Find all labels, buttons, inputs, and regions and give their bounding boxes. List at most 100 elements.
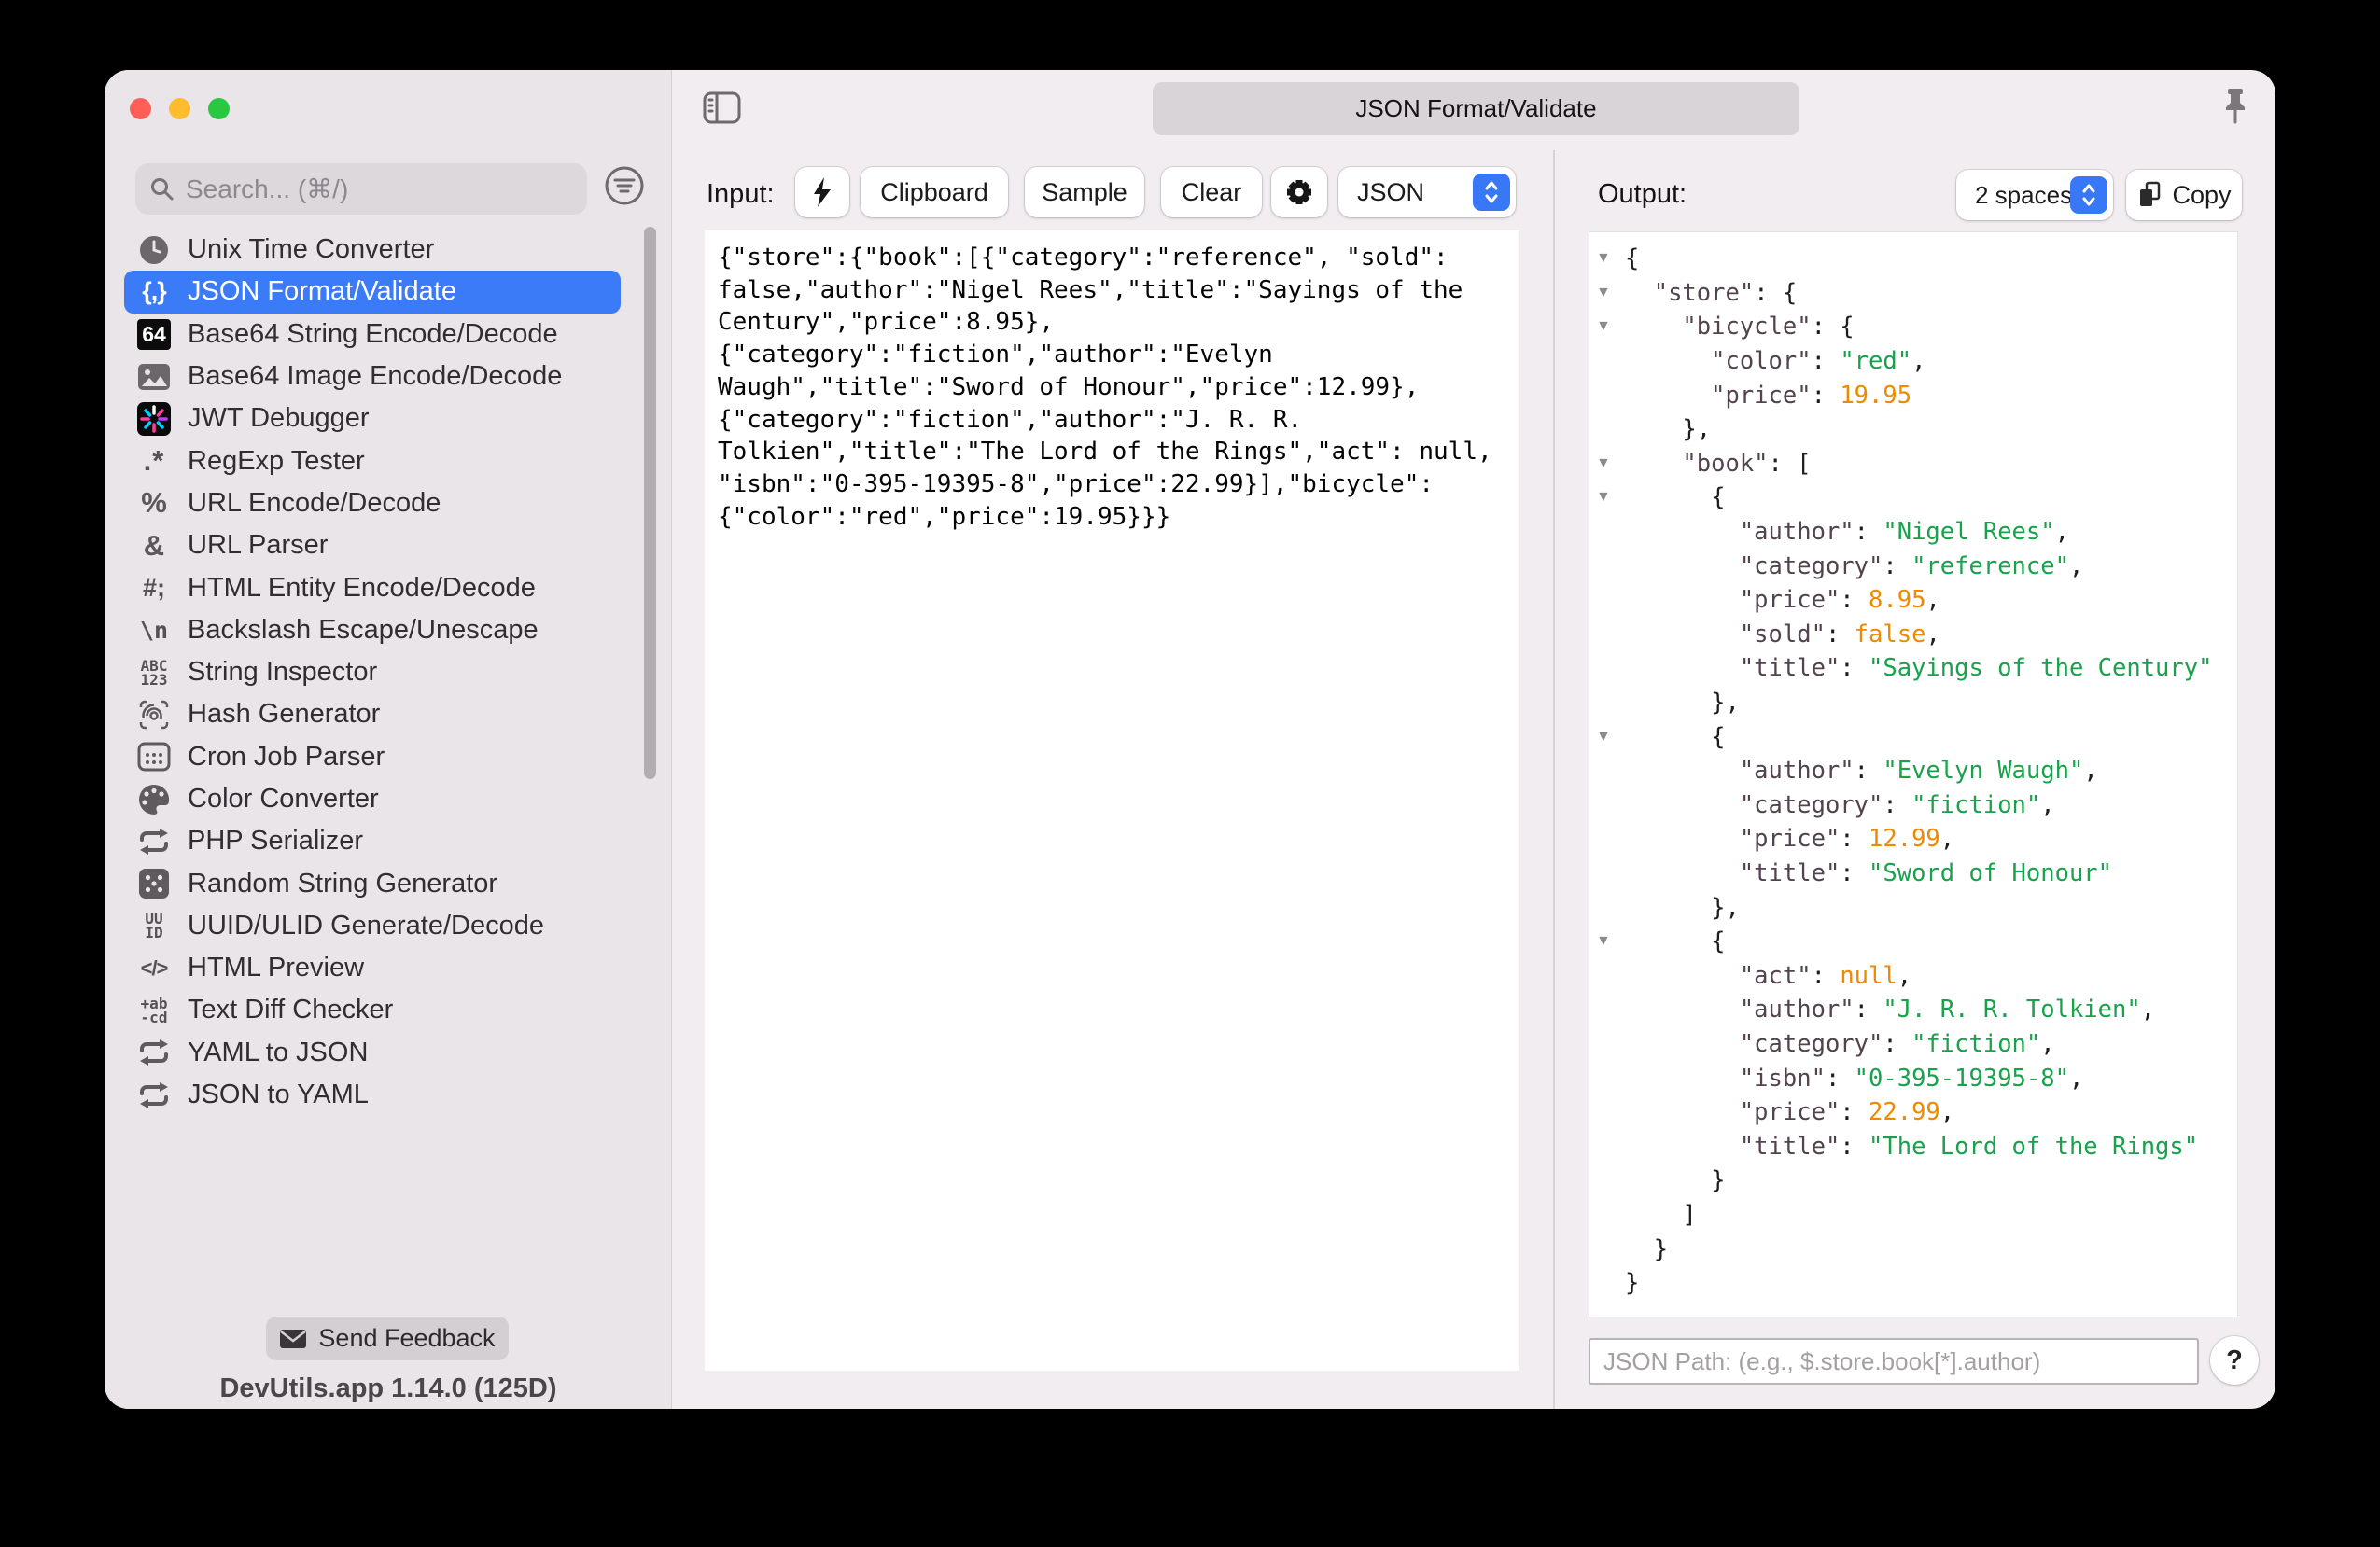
output-line-code: "price": 8.95, xyxy=(1739,586,1940,615)
active-tab[interactable]: JSON Format/Validate xyxy=(1153,82,1799,135)
sidebar-item-php-serializer[interactable]: PHP Serializer xyxy=(124,820,621,862)
output-line: ▼ { xyxy=(1589,925,2237,959)
sidebar-item-base64-image-encode-decode[interactable]: Base64 Image Encode/Decode xyxy=(124,355,621,397)
sidebar-item-label: URL Parser xyxy=(188,530,329,561)
jsonpath-field[interactable] xyxy=(1589,1338,2199,1385)
braces-icon: {,} xyxy=(142,277,167,306)
output-json-view[interactable]: ▼{▼ "store": {▼ "bicycle": { "color": "r… xyxy=(1589,231,2238,1317)
output-line-code: "store": { xyxy=(1653,278,1798,307)
fingerprint-icon xyxy=(135,698,173,732)
indent-select[interactable]: 2 spaces xyxy=(1956,170,2113,220)
clock-icon xyxy=(135,233,173,267)
auto-detect-button[interactable] xyxy=(795,167,849,217)
image-icon xyxy=(135,363,173,391)
output-line: ▼ { xyxy=(1589,481,2237,515)
sidebar-item-text-diff-checker[interactable]: +ab -cd Text Diff Checker xyxy=(124,989,621,1031)
sidebar-item-json-format-validate[interactable]: {,} JSON Format/Validate xyxy=(124,271,621,314)
sample-button[interactable]: Sample xyxy=(1025,167,1144,217)
sidebar-item-cron-job-parser[interactable]: Cron Job Parser xyxy=(124,736,621,778)
hash-semicolon-icon: #; xyxy=(142,573,165,602)
output-line: "price": 19.95 xyxy=(1589,378,2237,412)
zoom-window-button[interactable] xyxy=(208,98,230,119)
sidebar-item-label: JWT Debugger xyxy=(188,403,370,434)
output-line: "price": 12.99, xyxy=(1589,822,2237,857)
sidebar-item-json-to-yaml[interactable]: JSON to YAML xyxy=(124,1074,621,1116)
filter-icon[interactable] xyxy=(603,164,646,207)
sidebar-item-string-inspector[interactable]: ABC 123 String Inspector xyxy=(124,651,621,693)
search-input[interactable] xyxy=(186,163,578,215)
swap-arrows-icon xyxy=(135,827,173,857)
send-feedback-button[interactable]: Send Feedback xyxy=(266,1317,509,1360)
app-version: DevUtils.app 1.14.0 (125D) xyxy=(219,1373,557,1403)
sidebar-item-color-converter[interactable]: Color Converter xyxy=(124,778,621,820)
output-line-code: { xyxy=(1625,244,1640,273)
output-line-code: { xyxy=(1711,927,1726,956)
search-field[interactable] xyxy=(135,163,587,215)
output-line: "title": "Sayings of the Century" xyxy=(1589,651,2237,686)
sidebar-item-url-encode-decode[interactable]: % URL Encode/Decode xyxy=(124,482,621,524)
sidebar-item-html-preview[interactable]: </> HTML Preview xyxy=(124,947,621,989)
output-line: } xyxy=(1589,1266,2237,1301)
sidebar-item-backslash-escape-unescape[interactable]: \n Backslash Escape/Unescape xyxy=(124,609,621,651)
disclosure-triangle-icon[interactable]: ▼ xyxy=(1596,933,1611,950)
input-format-select[interactable]: JSON xyxy=(1338,167,1516,217)
output-line-code: "isbn": "0-395-19395-8", xyxy=(1739,1064,2084,1093)
sidebar-item-regexp-tester[interactable]: .* RegExp Tester xyxy=(124,439,621,481)
disclosure-triangle-icon[interactable]: ▼ xyxy=(1596,729,1611,746)
clipboard-button[interactable]: Clipboard xyxy=(861,167,1008,217)
sidebar-item-html-entity-encode-decode[interactable]: #; HTML Entity Encode/Decode xyxy=(124,566,621,608)
sidebar-scrollbar[interactable] xyxy=(644,227,656,779)
output-line-code: "price": 22.99, xyxy=(1739,1098,1955,1127)
sidebar-item-label: Base64 Image Encode/Decode xyxy=(188,361,563,392)
output-line-code: "color": "red", xyxy=(1711,347,1926,376)
sidebar-item-url-parser[interactable]: & URL Parser xyxy=(124,524,621,566)
abc123-icon: ABC 123 xyxy=(140,656,168,689)
output-line-code: { xyxy=(1711,483,1726,512)
output-line: ▼ "book": [ xyxy=(1589,447,2237,481)
output-line-code: "title": "The Lord of the Rings" xyxy=(1739,1132,2199,1161)
sidebar-item-jwt-debugger[interactable]: JWT Debugger xyxy=(124,397,621,439)
disclosure-triangle-icon[interactable]: ▼ xyxy=(1596,489,1611,506)
help-button[interactable]: ? xyxy=(2210,1336,2259,1385)
sidebar-toggle-icon[interactable] xyxy=(703,91,742,129)
output-line-code: } xyxy=(1625,1269,1640,1298)
regexp-icon: .* xyxy=(143,444,165,478)
input-json-text[interactable]: {"store":{"book":[{"category":"reference… xyxy=(705,230,1519,544)
disclosure-triangle-icon[interactable]: ▼ xyxy=(1596,250,1611,267)
output-line: "title": "The Lord of the Rings" xyxy=(1589,1129,2237,1164)
sidebar-item-random-string-generator[interactable]: Random String Generator xyxy=(124,862,621,904)
jsonpath-input[interactable] xyxy=(1590,1340,2197,1383)
dice-icon xyxy=(135,868,173,899)
input-editor[interactable]: {"store":{"book":[{"category":"reference… xyxy=(705,230,1519,1371)
sidebar-item-unix-time-converter[interactable]: Unix Time Converter xyxy=(124,229,621,271)
gear-icon[interactable] xyxy=(1271,167,1327,217)
disclosure-triangle-icon[interactable]: ▼ xyxy=(1596,285,1611,301)
envelope-icon xyxy=(280,1329,307,1348)
disclosure-triangle-icon[interactable]: ▼ xyxy=(1596,455,1611,472)
sidebar-item-label: Base64 String Encode/Decode xyxy=(188,318,558,349)
sidebar-item-label: URL Encode/Decode xyxy=(188,487,441,518)
output-line-code: "price": 19.95 xyxy=(1711,381,1912,410)
sidebar-item-base64-string-encode-decode[interactable]: 64 Base64 String Encode/Decode xyxy=(124,314,621,355)
palette-icon xyxy=(135,783,173,816)
sidebar-item-hash-generator[interactable]: Hash Generator xyxy=(124,693,621,735)
sidebar-item-uuid-ulid-generate-decode[interactable]: UU ID UUID/ULID Generate/Decode xyxy=(124,905,621,947)
close-window-button[interactable] xyxy=(130,98,151,119)
input-format-value: JSON xyxy=(1357,177,1425,206)
sidebar-item-yaml-to-json[interactable]: YAML to JSON xyxy=(124,1032,621,1074)
indent-value: 2 spaces xyxy=(1975,180,2073,209)
copy-button[interactable]: Copy xyxy=(2126,170,2242,220)
output-line-code: "book": [ xyxy=(1682,449,1812,478)
sidebar-item-label: Backslash Escape/Unescape xyxy=(188,614,539,645)
output-line-code: ] xyxy=(1682,1200,1697,1229)
pin-icon[interactable] xyxy=(2219,87,2251,132)
tool-list: Unix Time Converter {,} JSON Format/Valida… xyxy=(124,229,621,1116)
clear-button[interactable]: Clear xyxy=(1161,167,1262,217)
output-line: } xyxy=(1589,1164,2237,1198)
sidebar-item-label: Unix Time Converter xyxy=(188,234,435,265)
disclosure-triangle-icon[interactable]: ▼ xyxy=(1596,318,1611,335)
output-line: "price": 22.99, xyxy=(1589,1095,2237,1130)
output-line: ▼{ xyxy=(1589,242,2237,276)
minimize-window-button[interactable] xyxy=(169,98,190,119)
output-line-code: "category": "fiction", xyxy=(1739,1029,2055,1058)
